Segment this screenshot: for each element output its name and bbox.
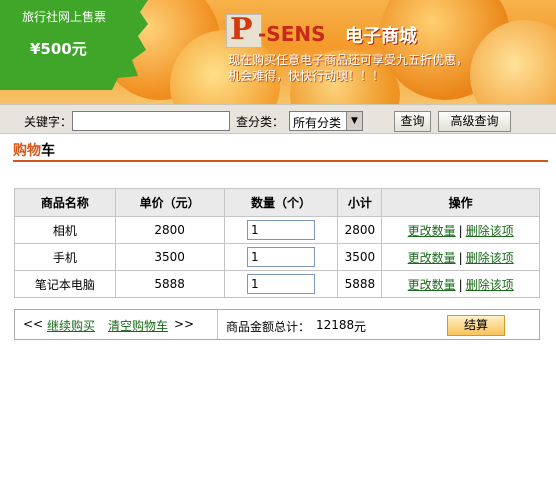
table-header-row: 商品名称 单价（元） 数量（个） 小计 操作 xyxy=(14,188,540,217)
total-value: 12188 xyxy=(316,318,355,332)
action-separator: | xyxy=(458,277,463,292)
unit-price: 5888 xyxy=(114,270,225,298)
quantity-input[interactable] xyxy=(246,274,315,294)
section-title: 购物车 xyxy=(13,140,548,162)
delete-item-link[interactable]: 删除该项 xyxy=(466,224,514,238)
actions-cell: 更改数量 | 删除该项 xyxy=(381,216,540,244)
double-right-arrow-icon: >> xyxy=(174,317,195,331)
double-left-arrow-icon: << xyxy=(23,317,44,331)
header-quantity: 数量（个） xyxy=(223,188,339,217)
table-row: 笔记本电脑 5888 5888 更改数量|删除该项 xyxy=(14,270,540,298)
category-label: 查分类： xyxy=(236,115,285,129)
section-title-rest: 车 xyxy=(41,143,55,159)
subtotal: 3500 xyxy=(337,243,383,271)
quantity-cell xyxy=(223,270,339,298)
table-row: 相机 2800 2800 更改数量|删除该项 xyxy=(14,216,540,244)
logo-wordmark: -SENS xyxy=(258,22,326,46)
category-select[interactable]: 所有分类 ▼ xyxy=(289,111,363,131)
actions-cell: 更改数量 | 删除该项 xyxy=(381,243,540,271)
checkout-button[interactable]: 结算 xyxy=(447,315,505,336)
section-title-highlight: 购物 xyxy=(13,143,41,159)
site-title: 电子商城 xyxy=(345,26,417,47)
delete-item-link[interactable]: 删除该项 xyxy=(466,251,514,265)
subtotal: 5888 xyxy=(337,270,383,298)
quantity-input[interactable] xyxy=(246,220,315,240)
cart-nav-cell: << 继续购买 清空购物车 >> xyxy=(15,310,218,339)
search-bar: 关键字： 查分类： 所有分类 ▼ 查询 高级查询 xyxy=(0,104,556,134)
quantity-cell xyxy=(223,243,339,271)
quantity-cell xyxy=(223,216,339,244)
cart-table: 商品名称 单价（元） 数量（个） 小计 操作 相机 2800 2800 更改数量… xyxy=(14,188,540,298)
header-actions: 操作 xyxy=(381,188,540,217)
table-row: 手机 3500 3500 更改数量|删除该项 xyxy=(14,243,540,271)
edit-quantity-link[interactable]: 更改数量 xyxy=(408,251,456,265)
header-unit-price: 单价（元） xyxy=(114,188,225,217)
seal-price: ¥500元 xyxy=(30,40,87,58)
clear-cart-link[interactable]: 清空购物车 xyxy=(108,317,168,334)
banner: 旅行社网上售票 ¥500元 P -SENS 电子商城 现在购买任意电子商品还可享… xyxy=(0,0,556,104)
header-product-name: 商品名称 xyxy=(14,188,116,217)
total-unit: 元 xyxy=(354,320,367,334)
header-subtotal: 小计 xyxy=(337,188,383,217)
category-selected-value: 所有分类 xyxy=(293,116,342,130)
promo-text: 现在购买任意电子商品还可享受九五折优惠，机会难得，快快行动噢！！！ xyxy=(228,53,469,83)
subtotal: 2800 xyxy=(337,216,383,244)
delete-item-link[interactable]: 删除该项 xyxy=(466,278,514,292)
keyword-label: 关键字： xyxy=(24,115,73,129)
product-name: 相机 xyxy=(14,216,116,244)
actions-cell: 更改数量 | 删除该项 xyxy=(381,270,540,298)
continue-shopping-link[interactable]: 继续购买 xyxy=(47,317,95,334)
query-button[interactable]: 查询 xyxy=(394,111,431,132)
dropdown-arrow-icon[interactable]: ▼ xyxy=(346,112,362,130)
action-separator: | xyxy=(458,223,463,238)
total-label: 商品金额总计： xyxy=(226,320,311,334)
product-name: 笔记本电脑 xyxy=(14,270,116,298)
edit-quantity-link[interactable]: 更改数量 xyxy=(408,278,456,292)
logo-letter: P xyxy=(230,12,253,47)
edit-quantity-link[interactable]: 更改数量 xyxy=(408,224,456,238)
seal-subtitle: 旅行社网上售票 xyxy=(22,10,107,24)
keyword-input[interactable] xyxy=(72,111,230,131)
product-name: 手机 xyxy=(14,243,116,271)
quantity-input[interactable] xyxy=(246,247,315,267)
advanced-query-button[interactable]: 高级查询 xyxy=(438,111,511,132)
action-separator: | xyxy=(458,250,463,265)
unit-price: 2800 xyxy=(114,216,225,244)
unit-price: 3500 xyxy=(114,243,225,271)
cart-footer: << 继续购买 清空购物车 >> 商品金额总计： 12188 元 结算 xyxy=(14,309,540,340)
